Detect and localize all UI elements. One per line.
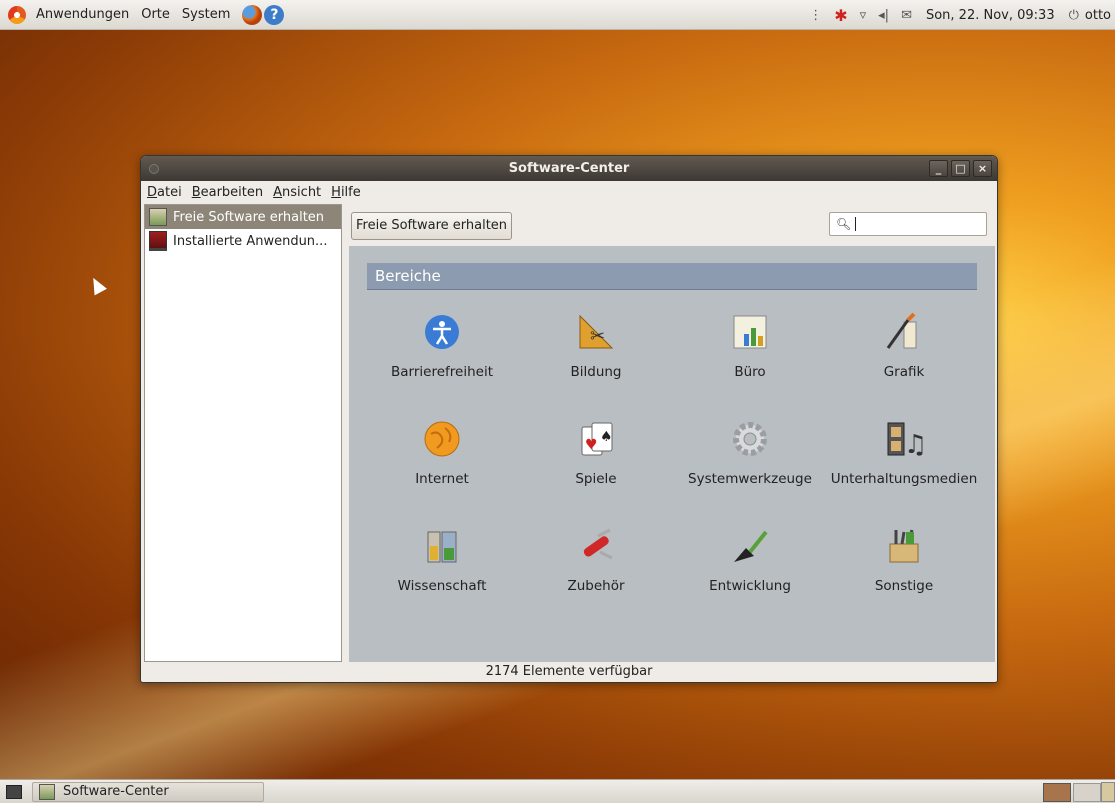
menu-ansicht[interactable]: Ansicht: [273, 185, 321, 200]
category-label: Sonstige: [874, 578, 934, 594]
category-view: Bereiche Barrierefreiheit ✂ Bildung Büro…: [349, 246, 995, 662]
category-games[interactable]: ♥ ♠ Spiele: [519, 409, 673, 516]
category-label: Zubehör: [567, 578, 625, 594]
help-launcher-icon[interactable]: ?: [264, 4, 285, 25]
svg-text:♥: ♥: [585, 437, 598, 453]
software-center-icon: [149, 208, 167, 226]
category-label: Spiele: [575, 471, 617, 487]
sidebar-item-label: Installierte Anwendun...: [173, 233, 328, 249]
multimedia-icon: ♫: [882, 417, 926, 461]
category-office[interactable]: Büro: [673, 302, 827, 409]
education-icon: ✂: [574, 310, 618, 354]
section-heading: Bereiche: [367, 263, 977, 290]
sidebar-item-installed[interactable]: Installierte Anwendun...: [145, 229, 341, 253]
development-icon: [728, 524, 772, 568]
sidebar: Freie Software erhalten Installierte Anw…: [144, 204, 342, 662]
menu-datei[interactable]: Datei: [147, 185, 182, 200]
category-education[interactable]: ✂ Bildung: [519, 302, 673, 409]
menubar: Datei Bearbeiten Ansicht Hilfe: [141, 181, 997, 203]
accessibility-icon: [420, 310, 464, 354]
svg-text:♫: ♫: [904, 430, 924, 459]
taskbar-item-label: Software-Center: [63, 784, 169, 799]
status-bar: 2174 Elemente verfügbar: [485, 664, 653, 679]
category-multimedia[interactable]: ♫ Unterhaltungsmedien: [827, 409, 981, 516]
accessories-icon: [574, 524, 618, 568]
category-label: Unterhaltungsmedien: [830, 471, 978, 487]
internet-icon: [420, 417, 464, 461]
category-system-tools[interactable]: Systemwerkzeuge: [673, 409, 827, 516]
maximize-button[interactable]: □: [951, 160, 970, 177]
top-panel: Anwendungen Orte System ? ⋮ ✱ ▿ ◂| ✉ Son…: [0, 0, 1115, 30]
category-label: Entwicklung: [709, 578, 791, 594]
system-tools-icon: [728, 417, 772, 461]
category-label: Wissenschaft: [397, 578, 487, 594]
system-tray: ⋮ ✱ ▿ ◂| ✉ Son, 22. Nov, 09:33 ⏻ otto: [803, 0, 1115, 30]
science-icon: [420, 524, 464, 568]
svg-text:✂: ✂: [590, 326, 605, 347]
search-input[interactable]: 🔍︎: [829, 212, 987, 236]
mail-icon[interactable]: ✉: [901, 8, 912, 23]
software-center-icon: [39, 783, 55, 800]
clock[interactable]: Son, 22. Nov, 09:33: [926, 8, 1055, 23]
category-accessories[interactable]: Zubehör: [519, 516, 673, 623]
network-icon[interactable]: ▿: [860, 8, 867, 23]
volume-icon[interactable]: ◂|: [878, 8, 889, 23]
category-development[interactable]: Entwicklung: [673, 516, 827, 623]
graphics-icon: [882, 310, 926, 354]
firefox-launcher-icon[interactable]: [242, 4, 263, 25]
category-accessibility[interactable]: Barrierefreiheit: [365, 302, 519, 409]
category-label: Grafik: [883, 364, 925, 380]
category-label: Büro: [734, 364, 766, 380]
bottom-panel: Software-Center: [0, 779, 1115, 803]
category-label: Internet: [415, 471, 469, 487]
category-label: Bildung: [570, 364, 622, 380]
category-internet[interactable]: Internet: [365, 409, 519, 516]
workspace-2[interactable]: [1073, 783, 1101, 802]
category-other[interactable]: Sonstige: [827, 516, 981, 623]
main-pane: Freie Software erhalten 🔍︎ Bereiche Barr…: [349, 204, 995, 662]
menu-places[interactable]: Orte: [135, 7, 176, 22]
user-menu[interactable]: otto: [1085, 8, 1111, 23]
menu-bearbeiten[interactable]: Bearbeiten: [192, 185, 263, 200]
taskbar-item-software-center[interactable]: Software-Center: [32, 781, 264, 802]
text-cursor: [855, 217, 857, 231]
category-label: Systemwerkzeuge: [688, 471, 812, 487]
sidebar-item-label: Freie Software erhalten: [173, 209, 325, 225]
menu-applications[interactable]: Anwendungen: [30, 7, 135, 22]
category-grid: Barrierefreiheit ✂ Bildung Büro Grafik I…: [365, 302, 981, 623]
show-desktop-icon[interactable]: [6, 784, 22, 799]
office-icon: [728, 310, 772, 354]
svg-text:♠: ♠: [600, 429, 613, 445]
breadcrumb-button[interactable]: Freie Software erhalten: [351, 212, 513, 240]
menu-hilfe[interactable]: Hilfe: [331, 185, 361, 200]
titlebar[interactable]: Software-Center _ □ ×: [141, 156, 997, 181]
close-button[interactable]: ×: [973, 160, 992, 177]
panel-handle-icon: ⋮: [809, 7, 823, 23]
menu-system[interactable]: System: [176, 7, 236, 22]
minimize-button[interactable]: _: [929, 160, 948, 177]
search-icon: 🔍︎: [836, 217, 852, 231]
category-science[interactable]: Wissenschaft: [365, 516, 519, 623]
power-icon[interactable]: ⏻: [1069, 8, 1079, 23]
workspace-1[interactable]: [1043, 783, 1071, 802]
ubuntu-logo-icon[interactable]: [8, 5, 26, 24]
category-label: Barrierefreiheit: [391, 364, 493, 380]
computer-icon: [149, 231, 167, 251]
update-notifier-icon[interactable]: ✱: [834, 6, 847, 25]
sidebar-item-get-software[interactable]: Freie Software erhalten: [145, 205, 341, 229]
software-center-window: Software-Center _ □ × Datei Bearbeiten A…: [140, 155, 998, 683]
mouse-pointer-icon: [87, 274, 107, 296]
trash-icon[interactable]: [1101, 782, 1115, 802]
toolbar: Freie Software erhalten 🔍︎: [349, 204, 995, 244]
category-graphics[interactable]: Grafik: [827, 302, 981, 409]
window-title: Software-Center: [508, 161, 630, 176]
games-icon: ♥ ♠: [574, 417, 618, 461]
other-icon: [882, 524, 926, 568]
